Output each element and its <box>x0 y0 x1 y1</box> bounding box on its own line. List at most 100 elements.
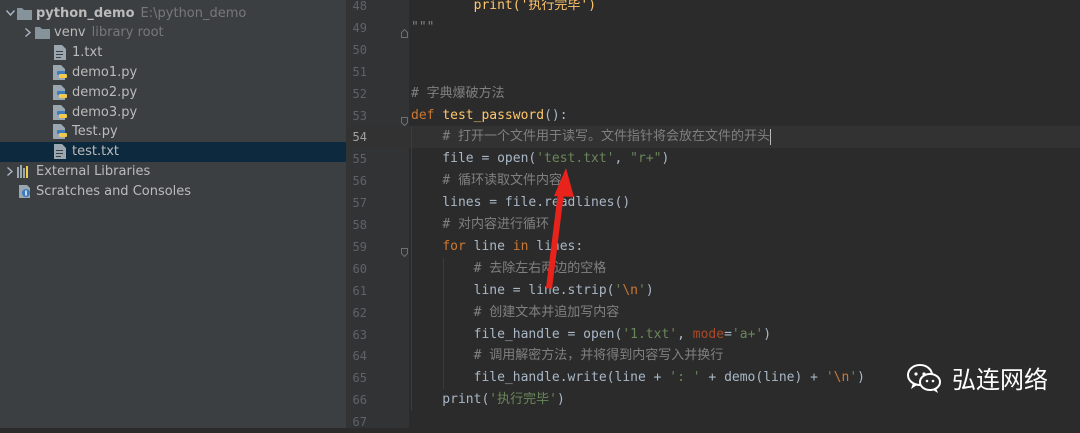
gutter-line[interactable]: 61 <box>347 280 409 302</box>
tree-item-label: Scratches and Consoles <box>36 183 192 199</box>
gutter-line[interactable]: 64 <box>347 345 409 367</box>
code-token: # 去除左右两边的空格 <box>473 260 607 276</box>
code-line[interactable]: file_handle = open('1.txt', mode='a+') <box>409 324 1080 346</box>
folder-icon <box>16 5 32 21</box>
tree-item-label: External Libraries <box>36 163 151 179</box>
gutter-line[interactable]: 66 <box>347 389 409 411</box>
line-number: 60 <box>352 261 367 276</box>
tree-item[interactable]: demo3.py <box>0 102 346 122</box>
line-number: 48 <box>352 0 367 13</box>
tree-item[interactable]: Test.py <box>0 122 346 142</box>
chevron-right-icon[interactable] <box>22 23 34 43</box>
gutter-line[interactable]: 58 <box>347 214 409 236</box>
code-token: ) <box>556 392 565 408</box>
code-line[interactable]: def test_password(): <box>409 105 1080 127</box>
gutter-line[interactable]: 51 <box>347 61 409 83</box>
line-number: 52 <box>352 86 367 101</box>
line-number-gutter[interactable]: 48 49 50 51 52 53 54 55 56 57 58 59 60 61 62 63 64 65 66 67 <box>347 0 409 429</box>
gutter-line[interactable]: 55 <box>347 148 409 170</box>
watermark-text: 弘连网络 <box>952 366 1048 394</box>
code-token: lines = file.readlines() <box>411 195 631 211</box>
code-line[interactable]: file = open('test.txt', "r+") <box>409 148 1080 170</box>
tree-item-label: venv <box>54 25 86 41</box>
code-token: print('执行完毕') <box>411 0 597 13</box>
code-line[interactable]: for line in lines: <box>409 236 1080 258</box>
code-token: """ <box>411 19 435 35</box>
code-line[interactable]: print('执行完毕') <box>409 0 1080 17</box>
line-number: 66 <box>352 393 367 408</box>
code-token: in <box>512 238 537 254</box>
code-line[interactable]: # 打开一个文件用于读写。文件指针将会放在文件的开头 <box>409 126 1080 149</box>
code-token: , <box>677 326 693 342</box>
line-number: 61 <box>352 283 367 298</box>
line-number: 59 <box>352 239 367 254</box>
tree-item[interactable]: Scratches and Consoles <box>0 181 346 201</box>
gutter-line[interactable]: 50 <box>347 39 409 61</box>
code-token: '执行完毕' <box>489 392 557 408</box>
code-line[interactable]: # 创建文本并追加写内容 <box>409 302 1080 324</box>
code-token: (): <box>544 107 568 123</box>
code-token: print( <box>411 392 490 408</box>
tree-item[interactable]: demo1.py <box>0 62 346 82</box>
code-token: , <box>614 151 631 167</box>
gutter-line[interactable]: 53 <box>347 105 409 127</box>
code-token: lines: <box>536 238 584 254</box>
chevron-down-icon[interactable] <box>4 3 16 23</box>
tree-item-hint: library root <box>91 25 164 41</box>
line-number: 50 <box>352 42 367 57</box>
code-token: = <box>724 326 732 342</box>
code-line[interactable]: line = line.strip('\n') <box>409 280 1080 302</box>
gutter-line[interactable]: 65 <box>347 367 409 389</box>
code-token: line <box>473 238 513 254</box>
tree-item[interactable]: venv library root <box>0 23 346 43</box>
gutter-line[interactable]: 57 <box>347 192 409 214</box>
gutter-line[interactable]: 52 <box>347 83 409 105</box>
code-line[interactable]: """ <box>409 17 1080 39</box>
fold-start-icon[interactable] <box>401 242 408 258</box>
line-number: 65 <box>352 371 367 386</box>
gutter-line[interactable]: 59 <box>347 236 409 258</box>
tree-item[interactable]: 1.txt <box>0 43 346 63</box>
tree-item[interactable]: External Libraries <box>0 161 346 181</box>
line-number: 56 <box>352 174 367 189</box>
code-token: ) <box>645 282 654 298</box>
gutter-line[interactable]: 62 <box>347 302 409 324</box>
code-line[interactable]: # 循环读取文件内容 <box>409 170 1080 192</box>
gutter-line[interactable]: 60 <box>347 258 409 280</box>
gutter-line[interactable]: 49 <box>347 17 409 39</box>
code-line[interactable] <box>409 39 1080 61</box>
fold-start-icon[interactable] <box>401 111 408 126</box>
line-number: 67 <box>352 415 367 430</box>
text-file-icon <box>52 144 68 160</box>
line-number: 62 <box>352 305 367 320</box>
code-line[interactable]: # 对内容进行循环 <box>409 214 1080 236</box>
gutter-line[interactable]: 67 <box>347 411 409 433</box>
chevron-right-icon[interactable] <box>4 161 16 181</box>
code-token: '1.txt' <box>622 326 678 342</box>
line-number: 63 <box>352 327 367 342</box>
scratches-icon <box>16 183 32 199</box>
code-token: + demo(line) + <box>700 370 826 386</box>
fold-end-icon[interactable] <box>401 23 408 38</box>
code-token: # 字典爆破方法 <box>411 85 505 101</box>
gutter-line[interactable]: 56 <box>347 170 409 192</box>
line-number: 64 <box>352 349 367 364</box>
code-line[interactable]: lines = file.readlines() <box>409 192 1080 214</box>
gutter-line[interactable]: 48 <box>347 0 409 17</box>
code-line[interactable]: # 字典爆破方法 <box>409 83 1080 105</box>
indent-guide <box>443 257 444 390</box>
tree-item[interactable]: python_demo E:\python_demo <box>0 3 346 23</box>
code-line[interactable] <box>409 61 1080 83</box>
gutter-line[interactable]: 63 <box>347 324 409 346</box>
code-line[interactable]: # 去除左右两边的空格 <box>409 258 1080 280</box>
tree-item[interactable]: demo2.py <box>0 82 346 102</box>
gutter-line[interactable]: 54 <box>347 126 409 149</box>
wechat-icon <box>907 363 941 393</box>
tree-item-label: demo3.py <box>72 104 138 120</box>
code-line[interactable] <box>409 411 1080 433</box>
tree-item[interactable]: test.txt <box>0 141 346 162</box>
